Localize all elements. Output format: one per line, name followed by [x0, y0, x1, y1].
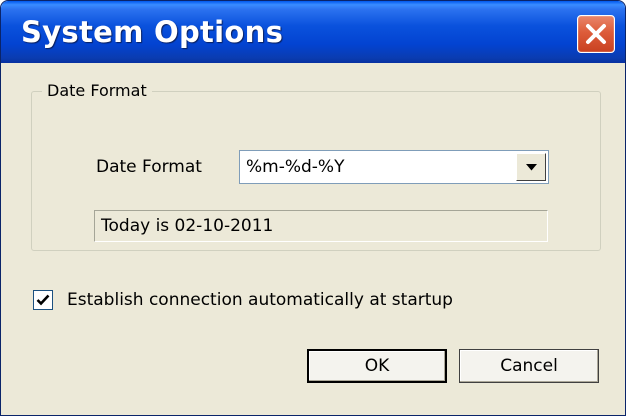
window-title: System Options: [21, 15, 284, 49]
chevron-down-icon: [526, 164, 537, 171]
cancel-button[interactable]: Cancel: [459, 349, 599, 383]
checkmark-icon: [36, 294, 50, 306]
date-format-groupbox: Date Format Date Format %m-%d-%Y Today i…: [31, 81, 601, 251]
system-options-dialog: System Options Date Format Date Format %…: [0, 0, 626, 416]
ok-button[interactable]: OK: [307, 349, 447, 383]
title-bar[interactable]: System Options: [1, 1, 625, 63]
groupbox-legend: Date Format: [42, 81, 152, 100]
date-format-dropdown[interactable]: %m-%d-%Y: [239, 150, 549, 184]
dropdown-button[interactable]: [516, 153, 546, 181]
date-format-value: %m-%d-%Y: [246, 157, 345, 177]
auto-connect-checkbox[interactable]: [33, 290, 53, 310]
dialog-body: Date Format Date Format %m-%d-%Y Today i…: [5, 63, 621, 413]
date-preview-field: Today is 02-10-2011: [94, 210, 548, 242]
date-preview-text: Today is 02-10-2011: [101, 216, 274, 236]
auto-connect-label[interactable]: Establish connection automatically at st…: [67, 290, 453, 310]
date-format-label: Date Format: [96, 157, 202, 177]
close-button[interactable]: [577, 15, 615, 53]
close-icon: [586, 24, 606, 44]
